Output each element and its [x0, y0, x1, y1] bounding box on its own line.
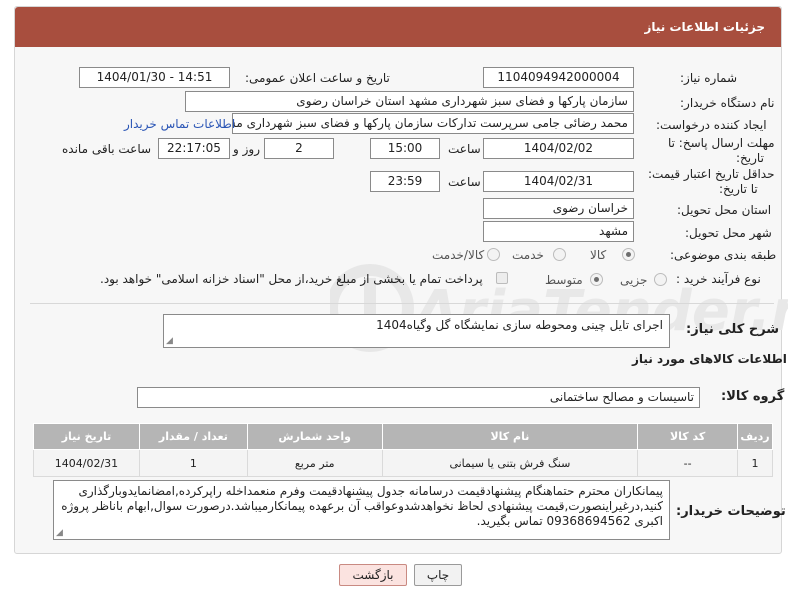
announce-date-label: تاریخ و ساعت اعلان عمومی:: [245, 71, 390, 85]
col-name: نام کالا: [381, 423, 639, 450]
col-row: ردیف: [737, 423, 773, 450]
creator-field: محمد رضائی جامی سرپرست تدارکات سازمان پا…: [232, 113, 634, 134]
buyer-org-field: سازمان پارکها و فضای سبز شهرداری مشهد اس…: [185, 91, 634, 112]
deadline-time-field: 15:00: [370, 138, 440, 159]
treasury-payment-note: پرداخت تمام یا بخشی از مبلغ خرید،از محل …: [100, 272, 483, 286]
buyer-notes-label: توضیحات خریدار:: [676, 504, 786, 519]
process-radio-medium[interactable]: [590, 273, 603, 286]
col-quantity: تعداد / مقدار: [138, 423, 248, 450]
category-option-goods: کالا: [590, 248, 607, 262]
cell-name: سنگ فرش بتنی یا سیمانی: [381, 449, 639, 477]
deadline-days-label: روز و: [233, 142, 260, 156]
price-validity-date-field: 1404/02/31: [483, 171, 634, 192]
category-option-service: خدمت: [512, 248, 544, 262]
deadline-time-label: ساعت: [448, 142, 481, 156]
col-code: کد کالا: [637, 423, 739, 450]
description-label: شرح کلی نیاز:: [686, 322, 780, 337]
remaining-time-field: 22:17:05: [158, 138, 230, 159]
announce-date-field: 1404/01/30 - 14:51: [79, 67, 230, 88]
resize-handle-icon[interactable]: ◢: [56, 529, 63, 538]
cell-row: 1: [737, 449, 773, 477]
treasury-payment-checkbox[interactable]: [496, 272, 508, 284]
panel-title: جزئیات اطلاعات نیاز: [15, 7, 781, 47]
col-need-date: تاریخ نیاز: [33, 423, 140, 450]
goods-group-field: تاسیسات و مصالح ساختمانی: [137, 387, 700, 408]
price-validity-time-label: ساعت: [448, 175, 481, 189]
back-button[interactable]: بازگشت: [339, 564, 407, 586]
goods-table-header: ردیف کد کالا نام کالا واحد شمارش تعداد /…: [33, 423, 773, 450]
cell-need-date: 1404/02/31: [33, 449, 140, 477]
process-radio-minor[interactable]: [654, 273, 667, 286]
description-field[interactable]: اجرای تایل چینی ومحوطه سازی نمایشگاه گل …: [163, 314, 670, 348]
city-label: شهر محل تحویل:: [685, 226, 772, 240]
buyer-contact-link[interactable]: اطلاعات تماس خریدار: [124, 117, 235, 131]
category-option-goods-service: کالا/خدمت: [432, 248, 485, 262]
description-text: اجرای تایل چینی ومحوطه سازی نمایشگاه گل …: [376, 318, 663, 332]
goods-section-title: اطلاعات کالاهای مورد نیاز: [632, 352, 787, 366]
process-option-medium: متوسط: [545, 273, 583, 287]
deadline-label-2: تاریخ:: [736, 151, 764, 165]
buyer-notes-field[interactable]: پیمانکاران محترم حتماهنگام پیشنهادقیمت د…: [53, 480, 670, 540]
goods-group-label: گروه کالا:: [721, 389, 785, 404]
cell-quantity: 1: [138, 449, 248, 477]
category-radio-goods-service[interactable]: [487, 248, 500, 261]
col-unit: واحد شمارش: [246, 423, 383, 450]
table-row: 1 -- سنگ فرش بتنی یا سیمانی متر مربع 1 1…: [33, 449, 773, 477]
province-label: استان محل تحویل:: [677, 203, 772, 217]
cell-code: --: [637, 449, 739, 477]
process-type-label: نوع فرآیند خرید :: [676, 272, 761, 286]
goods-table: ردیف کد کالا نام کالا واحد شمارش تعداد /…: [33, 423, 773, 477]
cell-unit: متر مربع: [246, 449, 383, 477]
resize-handle-icon[interactable]: ◢: [166, 337, 173, 346]
buyer-org-label: نام دستگاه خریدار:: [680, 96, 775, 110]
buyer-notes-text: پیمانکاران محترم حتماهنگام پیشنهادقیمت د…: [61, 484, 663, 528]
province-field: خراسان رضوی: [483, 198, 634, 219]
price-validity-label-2: تا تاریخ:: [719, 182, 758, 196]
deadline-days-field: 2: [264, 138, 334, 159]
category-radio-service[interactable]: [553, 248, 566, 261]
price-validity-label: حداقل تاریخ اعتبار قیمت:: [648, 167, 775, 181]
category-label: طبقه بندی موضوعی:: [670, 248, 777, 262]
deadline-label: مهلت ارسال پاسخ: تا: [668, 136, 775, 150]
process-option-minor: جزیی: [620, 273, 648, 287]
need-number-label: شماره نیاز:: [680, 71, 737, 85]
price-validity-time-field: 23:59: [370, 171, 440, 192]
creator-label: ایجاد کننده درخواست:: [656, 118, 767, 132]
need-number-field: 1104094942000004: [483, 67, 634, 88]
divider-1: [30, 303, 774, 304]
remaining-time-label: ساعت باقی مانده: [62, 142, 152, 156]
print-button[interactable]: چاپ: [414, 564, 462, 586]
deadline-date-field: 1404/02/02: [483, 138, 634, 159]
category-radio-goods[interactable]: [622, 248, 635, 261]
city-field: مشهد: [483, 221, 634, 242]
